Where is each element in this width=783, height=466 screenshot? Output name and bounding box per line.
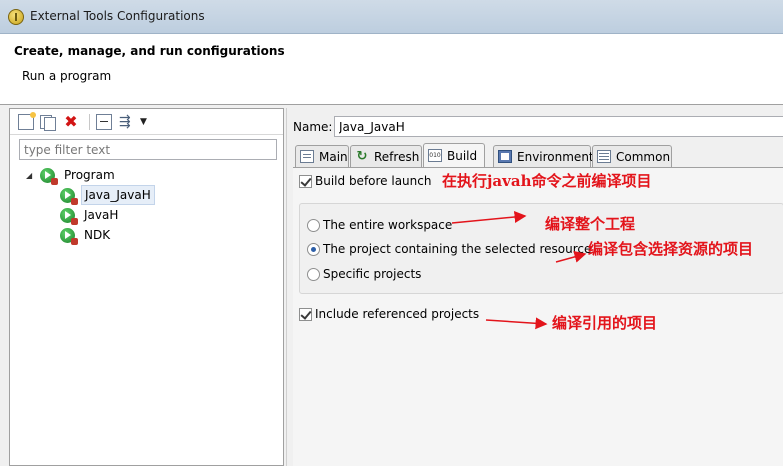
header-banner: Create, manage, and run configurations R…	[0, 34, 783, 105]
banner-subtitle: Run a program	[22, 69, 112, 83]
tab-label: Refresh	[374, 149, 420, 164]
program-icon	[40, 167, 58, 185]
tab-build[interactable]: 010 Build	[423, 143, 485, 167]
environment-icon	[498, 150, 512, 163]
common-icon	[597, 150, 611, 163]
launch-config-icon	[60, 187, 78, 205]
tab-label: Main	[319, 149, 348, 164]
tree-item-label: NDK	[84, 228, 111, 242]
tab-refresh[interactable]: ↻ Refresh	[350, 145, 422, 167]
annotation-build-before: 在执行javah命令之前编译项目	[442, 172, 652, 190]
configurations-panel: ✖ ⇶ ▼ ◢ Program Java_JavaH JavaH NDK	[9, 108, 284, 466]
filter-input[interactable]	[19, 139, 277, 160]
launch-config-icon	[60, 207, 78, 225]
launch-config-icon	[60, 227, 78, 245]
containing-project-label: The project containing the selected reso…	[323, 242, 592, 256]
name-label: Name:	[293, 120, 333, 134]
tree-item-label: Program	[64, 168, 115, 182]
main-tab-icon	[300, 150, 314, 163]
filter-icon[interactable]: ⇶	[119, 114, 135, 130]
entire-workspace-radio[interactable]	[307, 219, 320, 232]
tab-label: Environment	[517, 149, 594, 164]
tree-item-label: JavaH	[84, 208, 119, 222]
window-title: External Tools Configurations	[30, 9, 205, 23]
new-config-icon[interactable]	[18, 112, 36, 130]
dropdown-arrow-icon[interactable]: ▼	[140, 114, 150, 130]
name-input[interactable]	[334, 116, 783, 137]
refresh-icon: ↻	[356, 149, 368, 164]
collapse-all-icon[interactable]	[96, 114, 112, 130]
tab-common[interactable]: Common	[592, 145, 672, 167]
annotation-referenced: 编译引用的项目	[552, 314, 658, 332]
containing-project-radio[interactable]	[307, 243, 320, 256]
build-before-launch-checkbox[interactable]	[299, 175, 312, 188]
tree-item-java-javah[interactable]: Java_JavaH	[60, 185, 155, 205]
include-referenced-checkbox[interactable]	[299, 308, 312, 321]
tab-label: Build	[447, 148, 478, 163]
tab-label: Common	[616, 149, 671, 164]
external-tools-icon	[8, 9, 24, 25]
banner-title: Create, manage, and run configurations	[14, 44, 285, 58]
toolbar-separator	[89, 114, 90, 130]
tree-item-program[interactable]: ◢ Program	[26, 166, 118, 185]
entire-workspace-label: The entire workspace	[323, 218, 453, 232]
tree-item-javah[interactable]: JavaH	[60, 206, 121, 225]
build-icon: 010	[428, 149, 442, 162]
annotation-containing: 编译包含选择资源的项目	[588, 240, 754, 258]
expand-arrow-icon[interactable]: ◢	[26, 171, 36, 180]
tab-environment[interactable]: Environment	[493, 145, 594, 167]
configurations-toolbar: ✖ ⇶ ▼	[10, 109, 283, 135]
tree-item-label: Java_JavaH	[81, 185, 155, 205]
build-before-launch-label: Build before launch	[315, 174, 432, 188]
annotation-workspace: 编译整个工程	[545, 215, 636, 233]
include-referenced-label: Include referenced projects	[315, 307, 480, 321]
tab-main[interactable]: Main	[295, 145, 349, 167]
duplicate-icon[interactable]	[39, 114, 56, 131]
configuration-editor: Name: Main ↻ Refresh 010 Build Environme…	[286, 108, 783, 466]
specific-projects-radio[interactable]	[307, 268, 320, 281]
title-bar: External Tools Configurations	[0, 0, 783, 34]
specific-projects-label: Specific projects	[323, 267, 422, 281]
tree-item-ndk[interactable]: NDK	[60, 226, 113, 245]
delete-icon[interactable]: ✖	[63, 114, 79, 130]
